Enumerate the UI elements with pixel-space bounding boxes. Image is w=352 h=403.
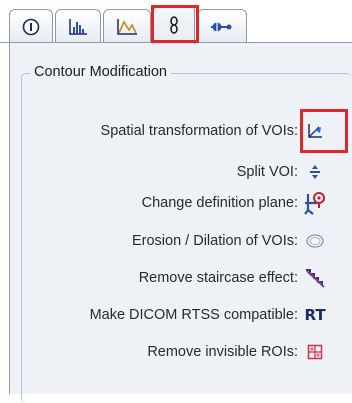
tab-curves[interactable] (103, 9, 151, 43)
curve-plot-icon (116, 18, 138, 36)
spatial-transformation-label: Spatial transformation of VOIs: (100, 123, 298, 139)
remove-staircase-label: Remove staircase effect: (138, 270, 298, 286)
info-icon (22, 18, 40, 36)
remove-staircase-button[interactable] (302, 264, 328, 292)
tab-plugins[interactable] (197, 9, 247, 43)
split-icon (307, 164, 323, 180)
remove-roi-icon (307, 344, 323, 360)
remove-invisible-rois-button[interactable] (302, 338, 328, 366)
make-dicom-rtss-button[interactable]: RT (302, 301, 328, 329)
plane-icon (303, 190, 327, 216)
remove-invisible-rois-label: Remove invisible ROIs: (147, 344, 298, 360)
row-make-dicom-rtss: Make DICOM RTSS compatible: RT (0, 301, 352, 329)
rtss-icon: RT (304, 306, 326, 324)
tools-icon (167, 15, 181, 35)
plugin-icon (210, 19, 234, 35)
split-voi-button[interactable] (302, 158, 328, 186)
tab-info[interactable] (9, 9, 53, 43)
transform-icon (305, 121, 325, 141)
row-split-voi: Split VOI: (0, 158, 352, 186)
tab-histogram[interactable] (55, 9, 101, 43)
staircase-icon (304, 267, 326, 289)
spatial-transformation-button[interactable] (302, 117, 328, 145)
row-change-definition-plane: Change definition plane: (0, 189, 352, 217)
row-spatial-transformation: Spatial transformation of VOIs: (0, 117, 352, 145)
make-dicom-rtss-label: Make DICOM RTSS compatible: (89, 307, 298, 323)
change-plane-button[interactable] (302, 189, 328, 217)
tab-strip (9, 5, 352, 44)
erosion-dilation-icon (305, 233, 325, 249)
tool-window: Contour Modification Spatial transformat… (0, 0, 352, 403)
section-title: Contour Modification (30, 64, 171, 80)
row-remove-invisible-rois: Remove invisible ROIs: (0, 338, 352, 366)
split-voi-label: Split VOI: (236, 164, 298, 180)
histogram-icon (68, 18, 88, 36)
tab-tools[interactable] (153, 5, 195, 44)
erosion-dilation-label: Erosion / Dilation of VOIs: (131, 233, 298, 249)
row-erosion-dilation: Erosion / Dilation of VOIs: (0, 227, 352, 255)
change-plane-label: Change definition plane: (141, 195, 298, 211)
erosion-dilation-button[interactable] (302, 227, 328, 255)
row-remove-staircase: Remove staircase effect: (0, 264, 352, 292)
